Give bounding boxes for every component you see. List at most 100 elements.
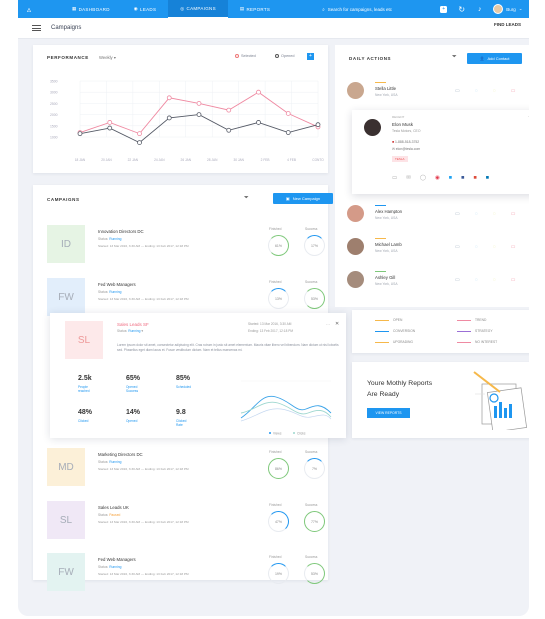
legend-label: STRATEGY	[475, 329, 493, 333]
contact-row[interactable]: Stella Little New York, USA ▭ ◌ ◌ ▭	[335, 77, 529, 109]
star-icon[interactable]: ◌	[493, 88, 496, 94]
twitter-icon[interactable]: ■	[449, 175, 452, 181]
finished-label: Finished	[269, 503, 282, 507]
data-point[interactable]	[285, 111, 291, 116]
performance-chart: 3500 3000 2500 2000 1500 1000 18 JAN 20 JAN 22 J…	[50, 80, 324, 163]
user-menu[interactable]: Burg ⌄	[493, 4, 523, 14]
legend-label: OPEN	[393, 318, 403, 322]
add-contact-button[interactable]: 👤 Add Contact	[467, 53, 522, 64]
linkedin-icon[interactable]: ■	[486, 175, 489, 181]
contact-row[interactable]: Ashley Gill New York, USA ▭ ◌ ◌ ▭	[335, 266, 529, 298]
star-icon[interactable]: ◌	[493, 211, 496, 217]
data-point[interactable]	[226, 127, 232, 133]
campaign-tile: SL	[47, 501, 85, 539]
y-tick-label: 1500	[50, 124, 58, 128]
stat-label: Opened	[126, 419, 138, 423]
success-label: Success	[305, 555, 318, 559]
phone-icon[interactable]: ▭	[455, 244, 460, 250]
search-box[interactable]: ⌕ Search for campaigns, leads etc	[322, 7, 427, 12]
bell-icon[interactable]: ♪	[476, 6, 483, 13]
campaign-tile: SL	[65, 321, 103, 359]
phone-icon[interactable]: ▭	[455, 277, 460, 283]
start-date: Started: 13 Mar 2016, 3:30 AM	[248, 322, 292, 326]
success-label: Success	[305, 280, 318, 284]
chat-icon[interactable]: ◌	[475, 211, 478, 217]
campaign-title[interactable]: Innovation Directors DC	[98, 229, 144, 234]
campaign-title[interactable]: Sales Leads UK	[98, 505, 129, 510]
campaigns-title: CAMPAIGNS	[47, 197, 80, 202]
reports-heading: Youre Mothly Reports Are Ready	[367, 378, 432, 400]
chat-icon[interactable]: ◌	[475, 277, 478, 283]
campaign-row[interactable]: FW Fed Web Managers Status: Running Started…	[33, 545, 328, 595]
nav-dashboard[interactable]: ▦ DASHBOARD	[60, 0, 122, 18]
menu-icon[interactable]	[32, 25, 41, 31]
campaign-title[interactable]: Marketing Directors DC	[98, 452, 143, 457]
phone-icon[interactable]: ▭	[455, 211, 460, 217]
nav-reports[interactable]: ▤ REPORTS	[228, 0, 282, 18]
phone-icon[interactable]: ▭	[455, 88, 460, 94]
reports-card: Youre Mothly Reports Are Ready VIEW REPOR…	[352, 362, 529, 438]
data-point[interactable]	[285, 130, 291, 135]
data-point[interactable]	[107, 125, 113, 131]
user-name: Burg	[506, 6, 516, 12]
campaign-title[interactable]: Sales Leads SF	[117, 322, 149, 327]
nav-campaigns[interactable]: ◎ CAMPAIGNS	[168, 0, 228, 18]
data-point[interactable]	[256, 120, 261, 125]
data-point[interactable]	[137, 131, 142, 137]
find-leads-link[interactable]: FIND LEADS	[494, 22, 521, 27]
data-point[interactable]	[137, 140, 142, 145]
data-point[interactable]	[315, 122, 321, 128]
campaign-row[interactable]: MD Marketing Directors DC Status: Running S…	[33, 440, 328, 490]
logo-icon[interactable]: ▵	[22, 5, 36, 14]
chat-icon[interactable]: ◌	[475, 88, 478, 94]
x-tick-label: 22 JAN	[128, 158, 139, 162]
add-icon[interactable]: +	[440, 5, 448, 13]
data-point[interactable]	[77, 131, 83, 137]
mail-icon[interactable]: ▭	[511, 88, 516, 94]
accent-line	[375, 205, 386, 206]
data-point[interactable]	[226, 107, 232, 113]
new-campaign-button[interactable]: ▣ New Campaign	[273, 193, 333, 204]
mail-icon[interactable]: ▭	[511, 244, 516, 250]
contact-row[interactable]: Alex Hampton New York, USA ▭ ◌ ◌ ▭	[335, 200, 529, 232]
comment-icon[interactable]: ◯	[420, 175, 426, 181]
button-label: Add Contact	[487, 56, 510, 61]
data-point[interactable]	[196, 101, 202, 106]
google-plus-icon[interactable]: ■	[473, 175, 476, 181]
view-reports-button[interactable]: VIEW REPORTS	[367, 408, 410, 418]
mail-icon[interactable]: ▭	[511, 277, 516, 283]
filter-icon[interactable]: ⏷	[452, 54, 457, 61]
close-icon[interactable]: ✕	[335, 321, 339, 327]
facebook-icon[interactable]: ■	[461, 175, 464, 181]
data-point[interactable]	[166, 115, 172, 121]
target-icon: ◎	[180, 5, 185, 11]
pinterest-icon[interactable]: ◉	[435, 175, 440, 181]
mail-icon[interactable]: ▭	[511, 211, 516, 217]
mail-icon[interactable]: ✉	[406, 175, 411, 181]
star-icon[interactable]: ◌	[493, 277, 496, 283]
grid-icon: ▦	[72, 6, 77, 11]
star-icon[interactable]: ◌	[493, 244, 496, 250]
campaign-title[interactable]: Fed Web Managers	[98, 282, 136, 287]
data-point[interactable]	[196, 112, 202, 117]
campaign-row[interactable]: ID Innovation Directors DC Status: Running…	[33, 217, 328, 267]
data-point[interactable]	[166, 95, 172, 101]
nav-label: CAMPAIGNS	[186, 6, 216, 11]
refresh-icon[interactable]: ↻	[458, 5, 465, 13]
minimize-icon[interactable]: —	[528, 113, 529, 118]
campaign-title[interactable]: Fed Web Managers	[98, 557, 136, 562]
nav-leads[interactable]: ◉ LEADS	[122, 0, 169, 18]
chat-icon[interactable]: ▭	[392, 175, 397, 181]
toolbar-icons: + ↻ ♪	[440, 5, 483, 13]
contact-row[interactable]: Michael Lamb New York, USA ▭ ◌ ◌ ▭	[335, 233, 529, 265]
filter-icon[interactable]: ⏷	[244, 195, 249, 202]
data-point[interactable]	[256, 89, 261, 95]
data-point[interactable]	[107, 120, 113, 125]
search-input[interactable]: Search for campaigns, leads etc	[328, 7, 392, 12]
more-icon[interactable]: ⋯	[326, 322, 330, 327]
x-tick-label: 20 JAN	[101, 158, 112, 162]
stat-label: Clicked	[78, 419, 89, 423]
status-label: Status:	[98, 237, 109, 241]
chat-icon[interactable]: ◌	[475, 244, 478, 250]
campaign-row[interactable]: SL Sales Leads UK Status: Paused Started: 1…	[33, 493, 328, 543]
